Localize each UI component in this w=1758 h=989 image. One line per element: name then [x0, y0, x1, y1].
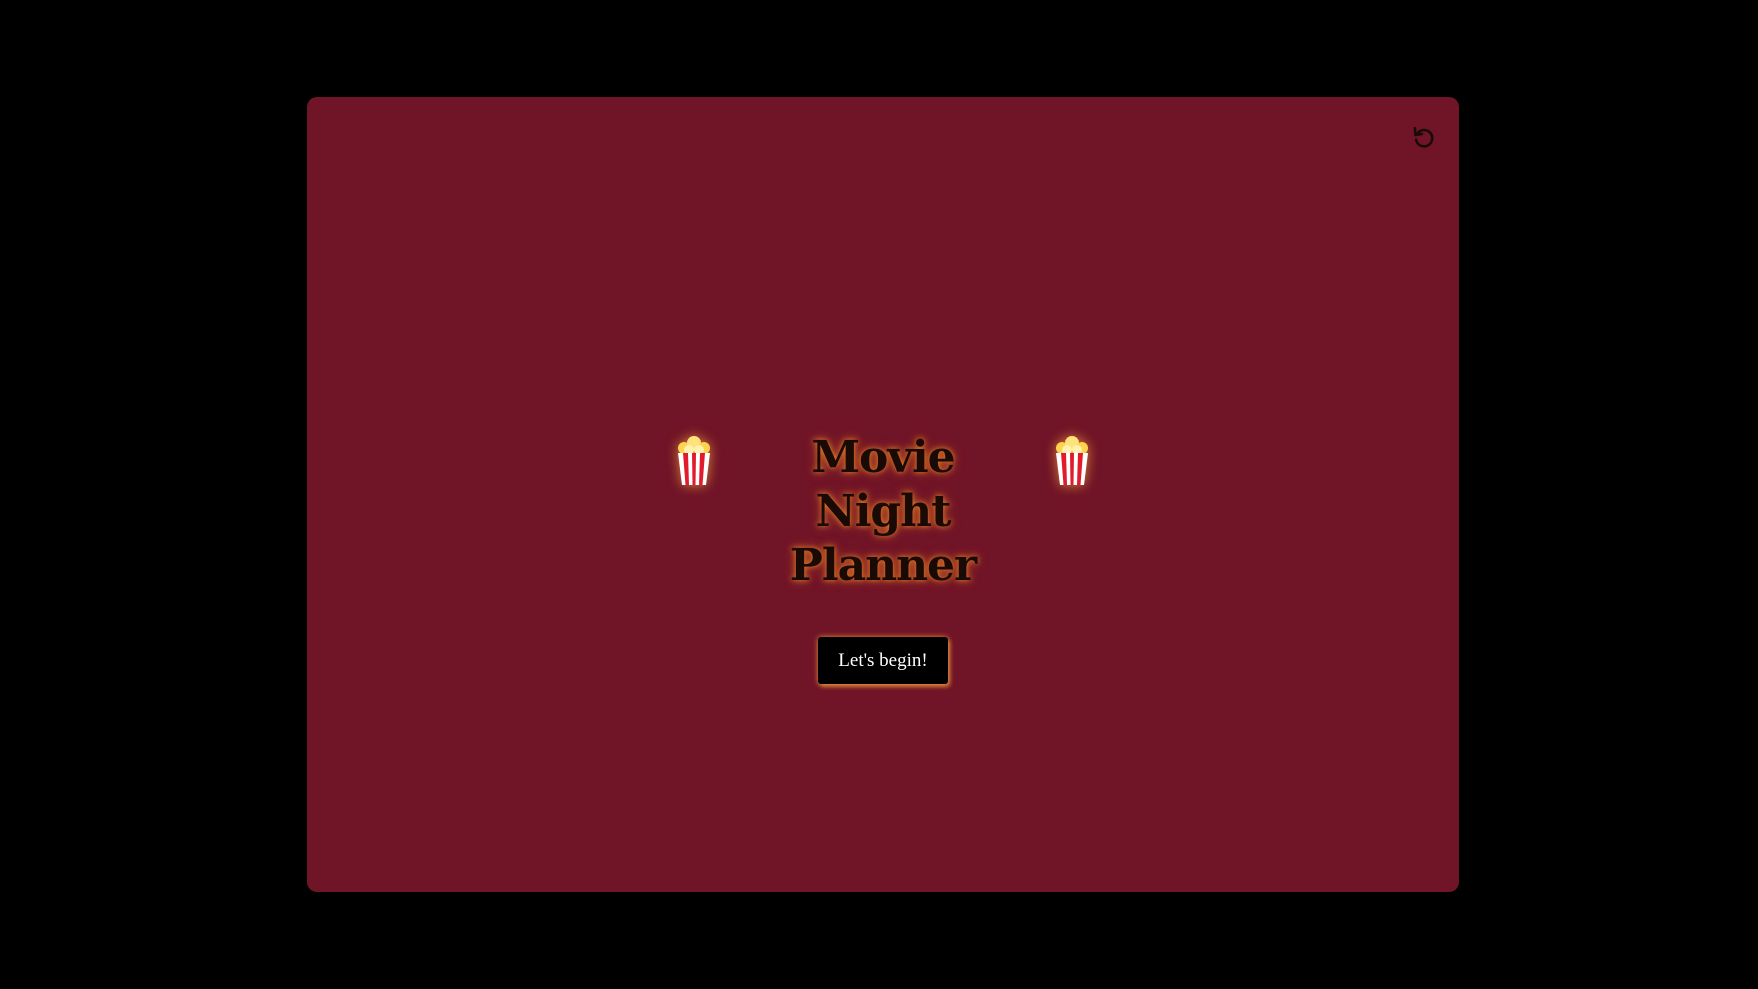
reset-icon — [1410, 124, 1438, 152]
app-background: Movie Night Planner Let's begin! — [0, 0, 1758, 989]
welcome-section: Movie Night Planner Let's begin! — [307, 431, 1459, 684]
title-row: Movie Night Planner — [672, 431, 1094, 593]
reset-button[interactable] — [1409, 123, 1439, 153]
page-title: Movie Night Planner — [738, 431, 1028, 593]
popcorn-icon — [1050, 435, 1094, 487]
title-line-2: Planner — [789, 540, 977, 591]
title-line-1: Movie Night — [811, 432, 955, 537]
lets-begin-button[interactable]: Let's begin! — [818, 637, 948, 684]
planner-card: Movie Night Planner Let's begin! — [307, 97, 1459, 892]
popcorn-icon — [672, 435, 716, 487]
